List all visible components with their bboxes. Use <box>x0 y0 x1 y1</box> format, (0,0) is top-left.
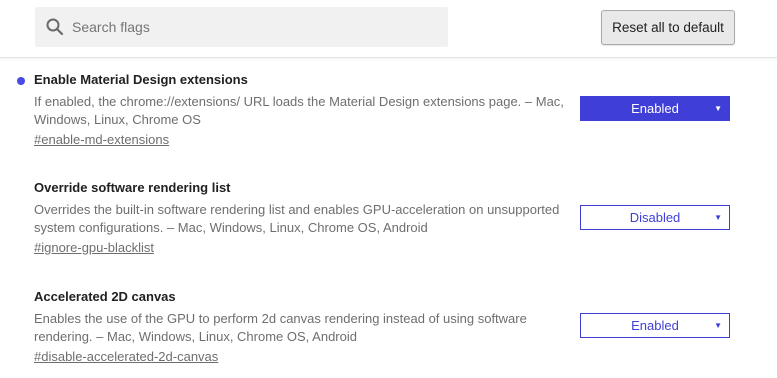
select-value: Disabled <box>629 210 681 225</box>
experiment-permalink[interactable]: #enable-md-extensions <box>34 132 169 147</box>
reset-all-button[interactable]: Reset all to default <box>601 10 735 45</box>
dropdown-arrow-icon: ▼ <box>714 104 722 113</box>
experiment-title: Enable Material Design extensions <box>34 72 248 87</box>
search-icon <box>45 17 65 37</box>
experiment-state-select[interactable]: Disabled ▼ <box>580 205 730 230</box>
experiment-permalink[interactable]: #disable-accelerated-2d-canvas <box>34 349 218 364</box>
experiment-disable-accelerated-2d-canvas: Accelerated 2D canvas Enables the use of… <box>0 289 777 369</box>
select-value: Enabled <box>631 318 679 333</box>
experiment-state-select[interactable]: Enabled ▼ <box>580 96 730 121</box>
experiment-permalink[interactable]: #ignore-gpu-blacklist <box>34 240 154 255</box>
dropdown-arrow-icon: ▼ <box>714 321 722 330</box>
search-input[interactable] <box>72 19 422 35</box>
experiment-ignore-gpu-blacklist: Override software rendering list Overrid… <box>0 180 777 260</box>
experiment-description: Enables the use of the GPU to perform 2d… <box>34 311 527 344</box>
select-value: Enabled <box>631 101 679 116</box>
experiment-description: Overrides the built-in software renderin… <box>34 202 560 235</box>
experiment-enable-md-extensions: Enable Material Design extensions If ena… <box>0 72 777 152</box>
search-box[interactable] <box>35 7 448 47</box>
experiment-title: Override software rendering list <box>34 180 231 195</box>
experiment-title: Accelerated 2D canvas <box>34 289 176 304</box>
experiment-description: If enabled, the chrome://extensions/ URL… <box>34 94 564 127</box>
flags-header: Reset all to default <box>0 0 777 58</box>
modified-indicator-dot <box>17 77 25 85</box>
experiment-state-select[interactable]: Enabled ▼ <box>580 313 730 338</box>
dropdown-arrow-icon: ▼ <box>714 213 722 222</box>
